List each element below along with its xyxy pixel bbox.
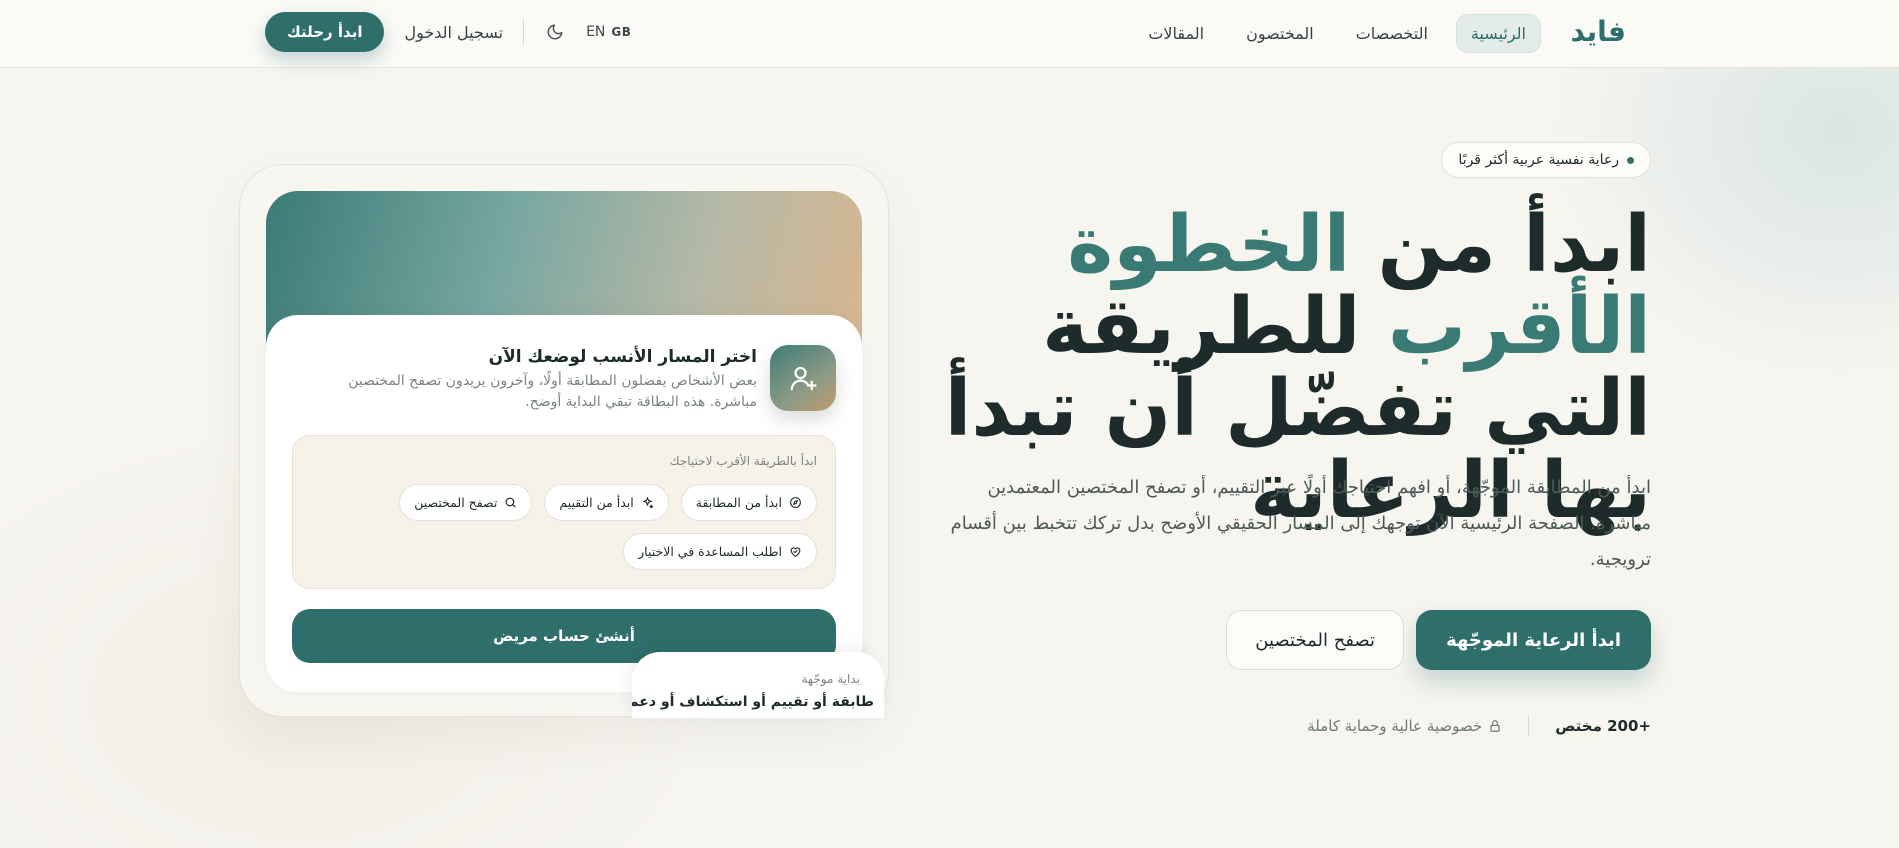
top-navbar: فايد الرئيسية التخصصات المختصون المقالات… bbox=[0, 0, 1899, 68]
main-nav: الرئيسية التخصصات المختصون المقالات bbox=[1134, 13, 1541, 53]
card-body: اختر المسار الأنسب لوضعك الآن بعض الأشخا… bbox=[266, 315, 862, 692]
chip-label: تصفح المختصين bbox=[414, 495, 498, 510]
path-chips: ابدأ من المطابقة ابدأ من التقييم تصفح ال… bbox=[309, 484, 817, 570]
path-card: اختر المسار الأنسب لوضعك الآن بعض الأشخا… bbox=[239, 164, 889, 718]
sparkle-icon bbox=[642, 497, 653, 509]
guided-start-note: بداية موجّهة طابقة أو تقييم أو استكشاف أ… bbox=[632, 652, 884, 718]
choice-label: ابدأ بالطريقة الأقرب لاحتياجك bbox=[669, 454, 817, 468]
chip-browse-specialists[interactable]: تصفح المختصين bbox=[399, 484, 533, 521]
tagline-text: رعاية نفسية عربية أكثر قربًا bbox=[1458, 152, 1619, 168]
chip-start-matching[interactable]: ابدأ من المطابقة bbox=[680, 484, 817, 521]
specialist-count: +200 مختص bbox=[1555, 717, 1651, 735]
header-actions: ابدأ رحلتك تسجيل الدخول EN GB bbox=[265, 11, 631, 53]
chip-ask-help[interactable]: اطلب المساعدة في الاختيار bbox=[623, 533, 817, 570]
chip-label: ابدأ من المطابقة bbox=[695, 495, 782, 510]
path-choice-box: ابدأ بالطريقة الأقرب لاحتياجك ابدأ من ال… bbox=[292, 435, 836, 589]
search-icon bbox=[505, 497, 516, 508]
stats-row: +200 مختص خصوصية عالية وحماية كاملة bbox=[1307, 716, 1651, 736]
note-text: طابقة أو تقييم أو استكشاف أو دعم bbox=[632, 694, 874, 710]
lang-gb: GB bbox=[611, 25, 632, 39]
add-user-icon bbox=[770, 345, 836, 411]
start-guided-care-button[interactable]: ابدأ الرعاية الموجّهة bbox=[1416, 610, 1651, 670]
compass-icon bbox=[790, 497, 801, 508]
card-subtitle: بعض الأشخاص يفضلون المطابقة أولًا، وآخرو… bbox=[348, 373, 757, 410]
privacy-text: خصوصية عالية وحماية كاملة bbox=[1307, 717, 1483, 735]
privacy-stat: خصوصية عالية وحماية كاملة bbox=[1307, 717, 1502, 735]
stats-divider bbox=[1528, 716, 1530, 736]
heart-icon bbox=[790, 547, 801, 557]
lock-icon bbox=[1490, 720, 1500, 732]
nav-item-specialties[interactable]: التخصصات bbox=[1342, 15, 1442, 52]
logo[interactable]: فايد bbox=[1570, 15, 1626, 48]
card-title: اختر المسار الأنسب لوضعك الآن bbox=[488, 347, 757, 367]
chip-label: اطلب المساعدة في الاختيار bbox=[638, 544, 782, 559]
nav-item-home[interactable]: الرئيسية bbox=[1455, 13, 1541, 53]
dot-icon bbox=[1627, 156, 1634, 164]
note-label: بداية موجّهة bbox=[801, 672, 860, 686]
nav-item-articles[interactable]: المقالات bbox=[1134, 15, 1218, 52]
moon-icon[interactable] bbox=[544, 21, 566, 43]
tagline-badge: رعاية نفسية عربية أكثر قربًا bbox=[1441, 142, 1651, 178]
hero-description: ابدأ من المطابقة الموجّهة، أو افهم احتيا… bbox=[950, 477, 1651, 570]
lang-en: EN bbox=[586, 24, 606, 40]
chip-label: ابدأ من التقييم bbox=[559, 495, 634, 510]
login-link[interactable]: تسجيل الدخول bbox=[404, 23, 503, 42]
language-switch[interactable]: EN GB bbox=[586, 24, 631, 40]
browse-specialists-button[interactable]: تصفح المختصين bbox=[1226, 610, 1405, 670]
cta-row: ابدأ الرعاية الموجّهة تصفح المختصين bbox=[1226, 610, 1651, 670]
header-divider bbox=[523, 19, 525, 45]
chip-start-assessment[interactable]: ابدأ من التقييم bbox=[544, 484, 669, 521]
headline-part-1: ابدأ من bbox=[1350, 200, 1652, 290]
nav-item-specialists[interactable]: المختصون bbox=[1232, 15, 1328, 52]
start-journey-button[interactable]: ابدأ رحلتك bbox=[265, 12, 385, 52]
